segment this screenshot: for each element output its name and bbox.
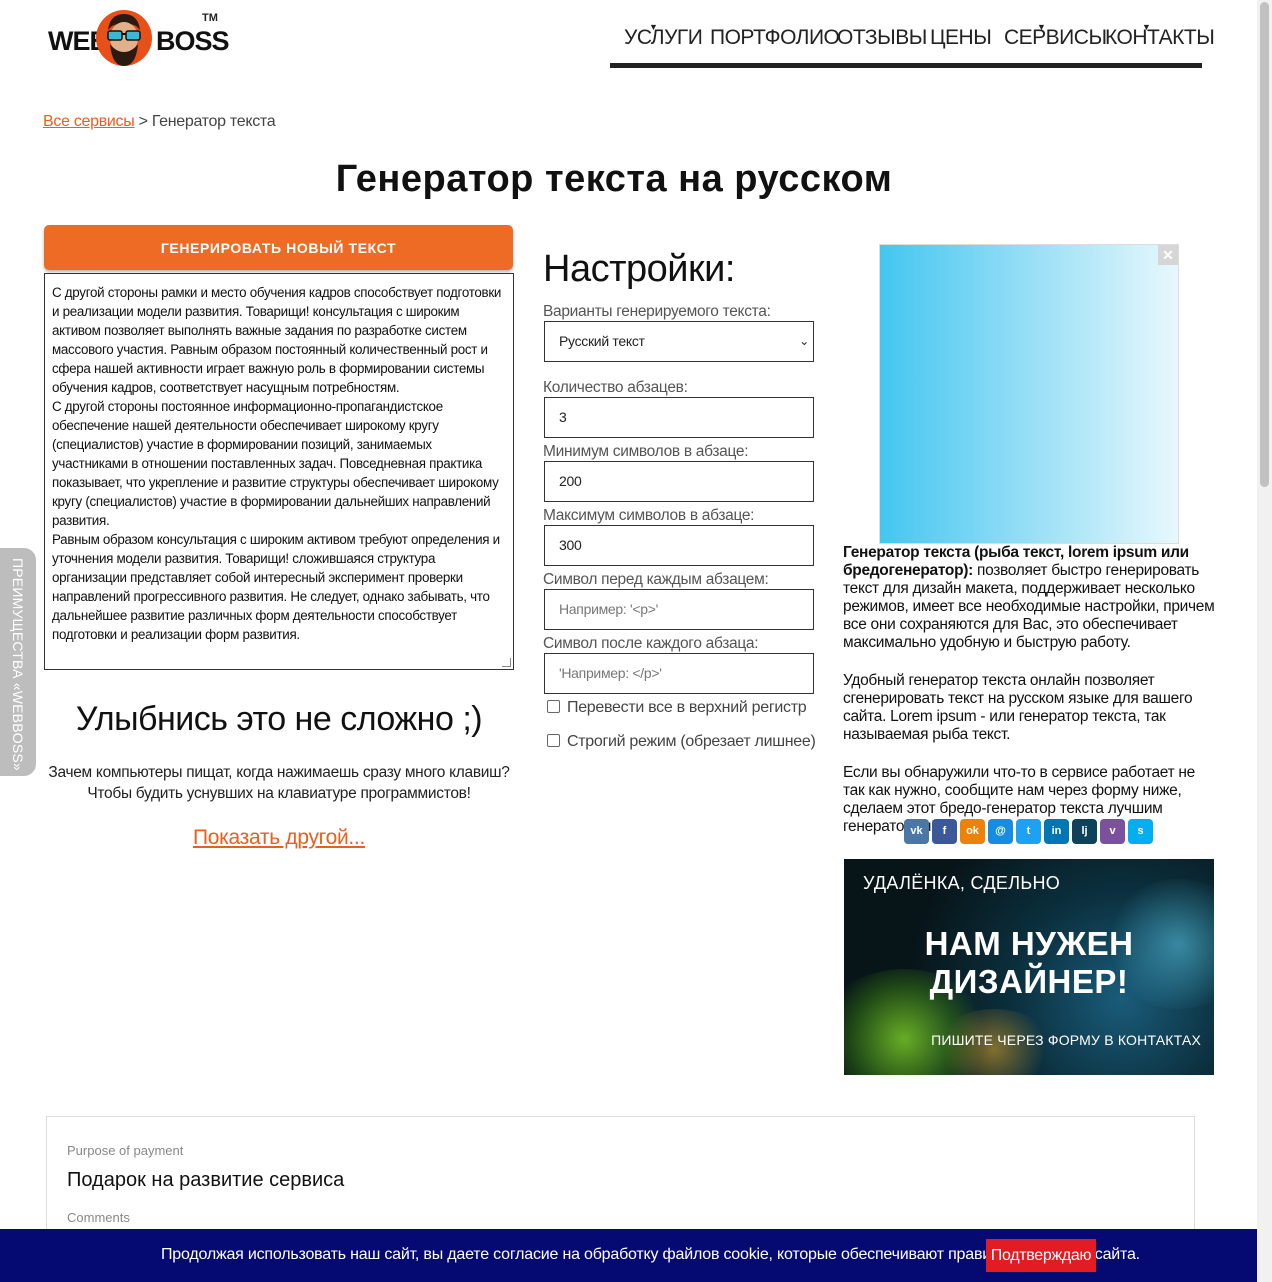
resize-grip-icon[interactable]: [502, 658, 511, 667]
paragraphs-label: Количество абзацев:: [543, 379, 688, 396]
strict-checkbox-row[interactable]: Строгий режим (обрезает лишнее): [547, 733, 816, 751]
settings-title: Настройки:: [543, 248, 735, 290]
joke-title: Улыбнись это не сложно ;): [75, 700, 483, 738]
cookie-accept-button[interactable]: Подтверждаю: [986, 1239, 1096, 1272]
dropdown-caret-icon: ▼: [649, 22, 658, 32]
min-chars-label: Минимум символов в абзаце:: [543, 443, 749, 460]
banner-top-text: УДАЛЁНКА, СДЕЛЬНО: [863, 873, 1061, 893]
ad-placeholder[interactable]: ✕: [879, 244, 1179, 544]
logo-face-icon: [96, 10, 152, 66]
advantages-side-tab[interactable]: ПРЕИМУЩЕСТВА «WEBBOSS»: [0, 548, 36, 776]
purpose-value[interactable]: Подарок на развитие сервиса: [67, 1169, 344, 1192]
generate-text-button[interactable]: ГЕНЕРИРОВАТЬ НОВЫЙ ТЕКСТ: [44, 225, 513, 270]
show-another-joke-link[interactable]: Показать другой...: [44, 826, 514, 850]
joke-text: Зачем компьютеры пищат, когда нажимаешь …: [48, 764, 510, 802]
nav-label: ПОРТФОЛИО: [710, 26, 840, 49]
main-nav: ▼ УСЛУГИ ПОРТФОЛИО ОТЗЫВЫ ЦЕНЫ ▼ СЕРВИСЫ…: [610, 14, 1215, 68]
suffix-input[interactable]: 'Например: </p>': [544, 653, 814, 694]
purpose-label: Purpose of payment: [67, 1143, 184, 1158]
breadcrumb-link-all-services[interactable]: Все сервисы: [43, 113, 135, 130]
min-chars-input[interactable]: 200: [544, 461, 814, 502]
livejournal-icon[interactable]: lj: [1072, 819, 1097, 844]
nav-label: УСЛУГИ: [624, 26, 703, 49]
scrollbar-thumb[interactable]: [1260, 2, 1269, 487]
page-title: Генератор текста на русском: [335, 158, 893, 200]
generated-paragraph: С другой стороны постоянное информационн…: [52, 399, 499, 528]
strict-label: Строгий режим (обрезает лишнее): [567, 733, 816, 750]
nav-label: КОНТАКТЫ: [1105, 26, 1215, 49]
uppercase-checkbox-row[interactable]: Перевести все в верхний регистр: [547, 699, 807, 717]
banner-headline-line: НАМ НУЖЕН: [924, 925, 1134, 962]
breadcrumb-current: Генератор текста: [151, 113, 276, 130]
description-paragraph: Удобный генератор текста онлайн позволяе…: [843, 672, 1193, 743]
side-tab-label: ПРЕИМУЩЕСТВА «WEBBOSS»: [10, 558, 26, 771]
vk-icon[interactable]: vk: [904, 819, 929, 844]
facebook-icon[interactable]: f: [932, 819, 957, 844]
chevron-down-icon: ⌄: [799, 334, 809, 348]
banner-headline: НАМ НУЖЕН ДИЗАЙНЕР!: [844, 925, 1214, 1001]
strict-checkbox[interactable]: [547, 734, 560, 747]
logo[interactable]: WEB BOSS TM: [48, 8, 230, 70]
prefix-label: Символ перед каждым абзацем:: [543, 571, 769, 588]
nav-label: СЕРВИСЫ: [1004, 26, 1107, 49]
site-header: WEB BOSS TM ▼ УСЛУГИ ПОРТФОЛИО ОТЗЫВЫ ЦЕ…: [0, 0, 1257, 90]
comments-label: Comments: [67, 1210, 130, 1225]
nav-item-portfolio[interactable]: ПОРТФОЛИО: [710, 26, 840, 50]
service-description: Генератор текста (рыба текст, lorem ipsu…: [843, 544, 1215, 856]
generated-text-area[interactable]: С другой стороны рамки и место обучения …: [44, 273, 514, 670]
uppercase-label: Перевести все в верхний регистр: [567, 699, 807, 716]
nav-item-services[interactable]: ▼ УСЛУГИ: [624, 22, 703, 50]
close-icon[interactable]: ✕: [1158, 245, 1178, 265]
nav-item-contacts[interactable]: ▼ КОНТАКТЫ: [1105, 22, 1215, 50]
prefix-input[interactable]: Например: '<p>': [544, 589, 814, 630]
max-chars-label: Максимум символов в абзаце:: [543, 507, 755, 524]
uppercase-checkbox[interactable]: [547, 700, 560, 713]
twitter-icon[interactable]: t: [1016, 819, 1041, 844]
dropdown-caret-icon: ▼: [1142, 22, 1151, 32]
cookie-banner: Продолжая использовать наш сайт, вы дает…: [0, 1229, 1257, 1282]
paragraphs-input[interactable]: 3: [544, 397, 814, 438]
nav-item-tools[interactable]: ▼ СЕРВИСЫ: [1004, 22, 1107, 50]
generated-paragraph: С другой стороны рамки и место обучения …: [52, 285, 502, 395]
breadcrumb-separator: >: [138, 113, 148, 130]
nav-label: ОТЗЫВЫ: [837, 26, 927, 49]
description-paragraph: Генератор текста (рыба текст, lorem ipsu…: [843, 544, 1215, 652]
variant-selected-value: Русский текст: [559, 333, 645, 349]
skype-icon[interactable]: s: [1128, 819, 1153, 844]
moimir-icon[interactable]: @: [988, 819, 1013, 844]
nav-label: ЦЕНЫ: [930, 26, 992, 49]
breadcrumb: Все сервисы > Генератор текста: [43, 113, 276, 131]
banner-headline-line: ДИЗАЙНЕР!: [929, 963, 1129, 1000]
designer-wanted-banner[interactable]: УДАЛЁНКА, СДЕЛЬНО НАМ НУЖЕН ДИЗАЙНЕР! ПИ…: [844, 859, 1214, 1075]
generated-paragraph: Равным образом консультация с широким ак…: [52, 532, 500, 642]
page-scrollbar[interactable]: [1257, 0, 1272, 1282]
max-chars-input[interactable]: 300: [544, 525, 814, 566]
variant-label: Варианты генерируемого текста:: [543, 303, 771, 320]
suffix-label: Символ после каждого абзаца:: [543, 635, 759, 652]
nav-item-prices[interactable]: ЦЕНЫ: [930, 26, 992, 50]
linkedin-icon[interactable]: in: [1044, 819, 1069, 844]
nav-item-reviews[interactable]: ОТЗЫВЫ: [837, 26, 927, 50]
banner-bottom-text: ПИШИТЕ ЧЕРЕЗ ФОРМУ В КОНТАКТАХ: [931, 1032, 1201, 1048]
odnoklassniki-icon[interactable]: ok: [960, 819, 985, 844]
logo-text-boss: BOSS: [156, 26, 230, 56]
variant-select[interactable]: Русский текст ⌄: [544, 321, 814, 362]
dropdown-caret-icon: ▼: [1037, 22, 1046, 32]
viber-icon[interactable]: v: [1100, 819, 1125, 844]
logo-tm: TM: [202, 12, 218, 24]
